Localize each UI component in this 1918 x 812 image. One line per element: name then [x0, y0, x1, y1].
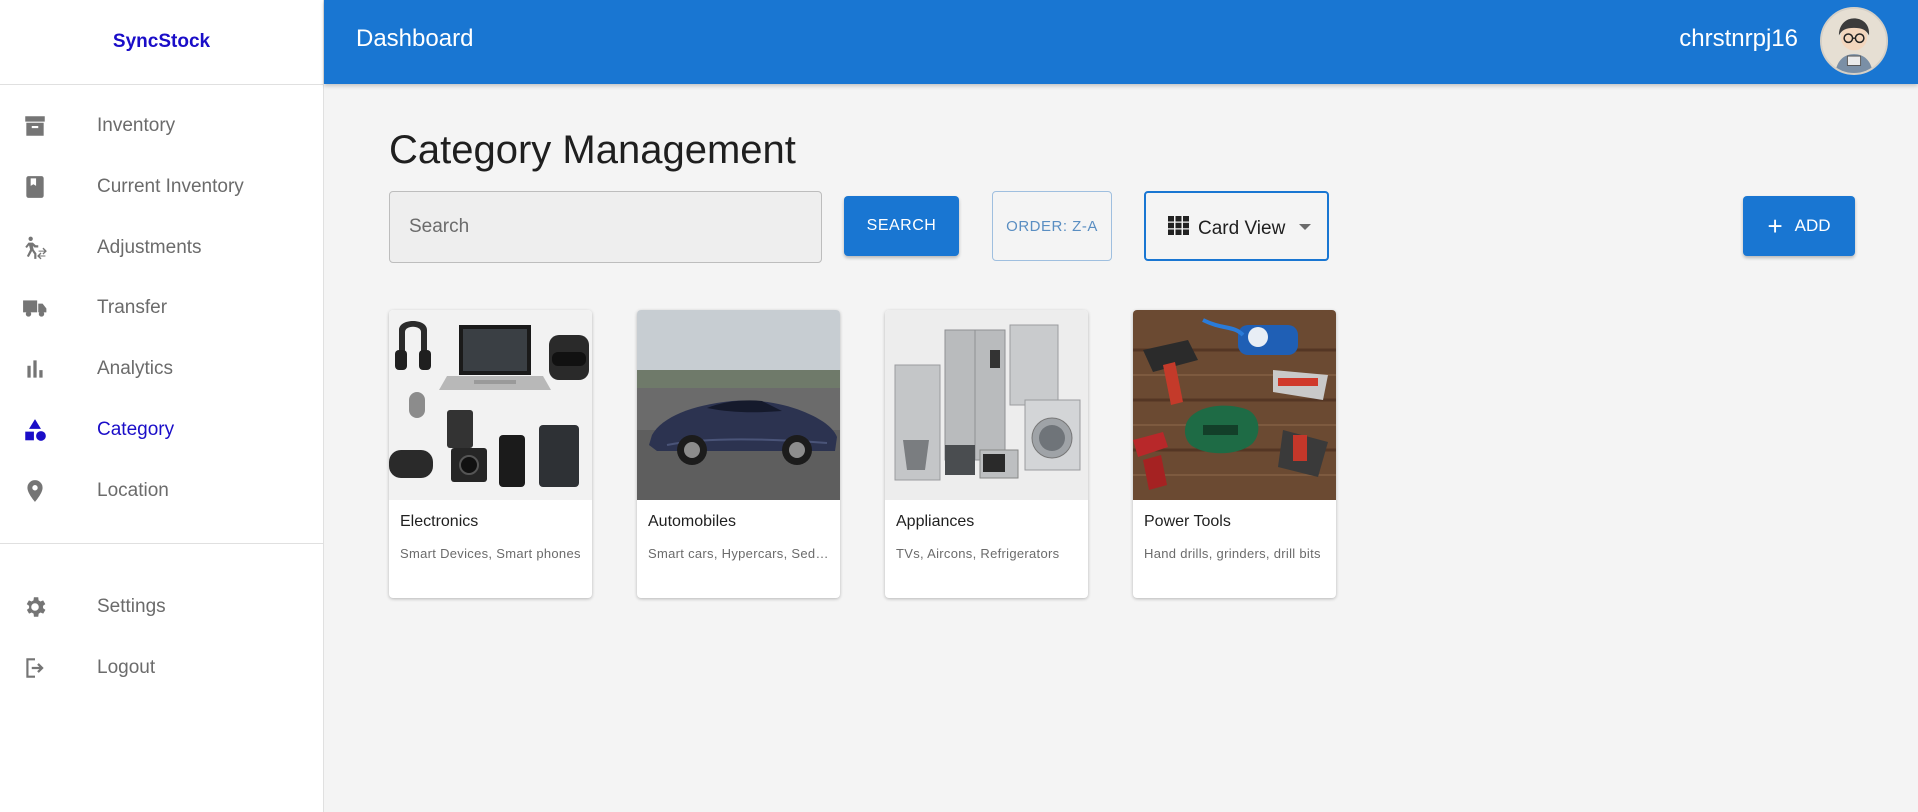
category-image-appliances [885, 310, 1088, 500]
category-title: Automobiles [648, 513, 737, 530]
sidebar-item-inventory[interactable]: Inventory [0, 95, 323, 156]
category-image-automobiles [637, 310, 840, 500]
book-icon [22, 174, 48, 200]
page-title: Category Management [389, 128, 796, 172]
plus-icon: + [1767, 211, 1783, 241]
sidebar-item-logout[interactable]: Logout [0, 637, 323, 698]
sidebar-item-label: Current Inventory [97, 175, 244, 197]
search-field[interactable] [389, 191, 822, 263]
page-header-title: Dashboard [356, 25, 474, 52]
brand-header: SyncStock [0, 0, 323, 85]
gear-icon [22, 594, 48, 620]
category-title: Appliances [896, 513, 975, 530]
sidebar-divider [0, 543, 323, 544]
category-title: Electronics [400, 513, 479, 530]
grid-view-icon [1168, 216, 1189, 235]
username-label: chrstnrpj16 [1679, 25, 1798, 52]
bar-chart-icon [22, 356, 48, 382]
sidebar-item-location[interactable]: Location [0, 460, 323, 521]
sidebar-item-label: Adjustments [97, 236, 202, 258]
view-mode-select[interactable]: Card View [1144, 191, 1329, 261]
avatar[interactable] [1820, 7, 1888, 75]
category-icon [22, 417, 48, 443]
add-button-label: ADD [1794, 216, 1831, 235]
order-toggle-button[interactable]: ORDER: Z-A [992, 191, 1112, 261]
search-input[interactable] [390, 192, 821, 262]
search-button[interactable]: SEARCH [844, 196, 959, 256]
sidebar-item-category[interactable]: Category [0, 399, 323, 460]
sidebar-item-analytics[interactable]: Analytics [0, 338, 323, 399]
logout-icon [22, 655, 48, 681]
category-image-power-tools [1133, 310, 1336, 500]
category-card-power-tools[interactable]: Power Tools Hand drills, grinders, drill… [1133, 310, 1336, 598]
category-description: Smart Devices, Smart phones [400, 546, 581, 561]
map-pin-icon [22, 478, 48, 504]
category-description: Smart cars, Hypercars, Sedans [648, 546, 833, 561]
sidebar-item-label: Category [97, 418, 175, 440]
sidebar-item-current-inventory[interactable]: Current Inventory [0, 156, 323, 217]
category-card-automobiles[interactable]: Automobiles Smart cars, Hypercars, Sedan… [637, 310, 840, 598]
category-image-electronics [389, 310, 592, 500]
sidebar-item-label: Settings [97, 595, 166, 617]
sidebar: SyncStock Inventory Current Inventory Ad… [0, 0, 324, 812]
truck-icon [22, 295, 48, 321]
sidebar-item-label: Analytics [97, 357, 174, 379]
add-category-button[interactable]: + ADD [1743, 196, 1855, 256]
archive-icon [22, 113, 48, 139]
top-app-bar: Dashboard chrstnrpj16 [324, 0, 1918, 84]
chevron-down-icon [1299, 224, 1311, 230]
sidebar-item-label: Transfer [97, 296, 168, 318]
sidebar-item-label: Inventory [97, 114, 176, 136]
category-card-electronics[interactable]: Electronics Smart Devices, Smart phones [389, 310, 592, 598]
sidebar-item-label: Location [97, 479, 169, 501]
category-description: Hand drills, grinders, drill bits [1144, 546, 1321, 561]
sidebar-item-label: Logout [97, 656, 156, 678]
category-description: TVs, Aircons, Refrigerators [896, 546, 1060, 561]
sidebar-item-adjustments[interactable]: Adjustments [0, 217, 323, 278]
category-title: Power Tools [1144, 513, 1231, 530]
category-card-appliances[interactable]: Appliances TVs, Aircons, Refrigerators [885, 310, 1088, 598]
sidebar-item-transfer[interactable]: Transfer [0, 277, 323, 338]
person-transfer-icon [22, 235, 48, 261]
view-mode-value: Card View [1198, 218, 1286, 239]
sidebar-item-settings[interactable]: Settings [0, 576, 323, 637]
brand-logo-text[interactable]: SyncStock [113, 31, 210, 53]
